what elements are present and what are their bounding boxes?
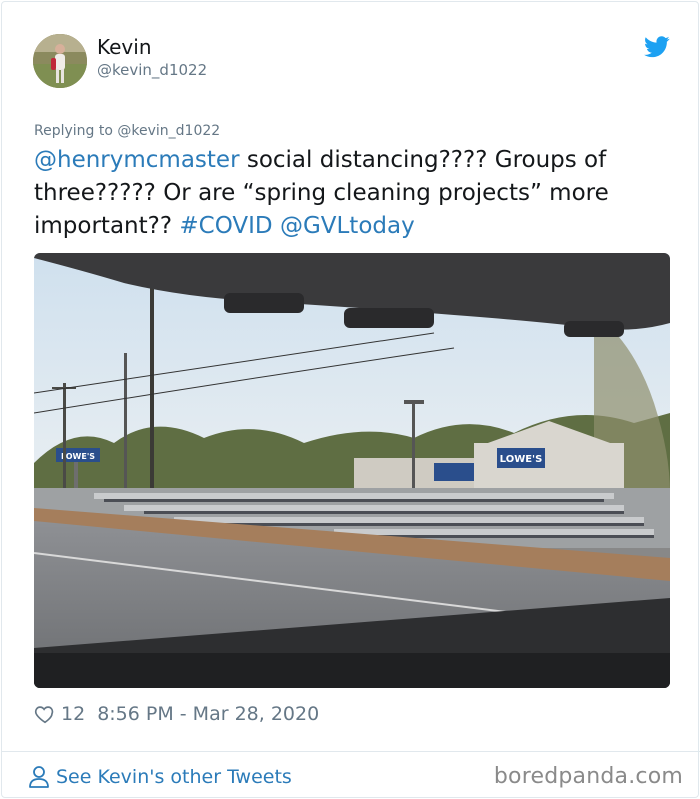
user-handle[interactable]: @kevin_d1022 — [97, 61, 207, 79]
tweet-card: Kevin @kevin_d1022 Replying to @kevin_d1… — [1, 1, 700, 798]
display-name[interactable]: Kevin — [97, 35, 152, 59]
tweet-timestamp[interactable]: 8:56 PM - Mar 28, 2020 — [97, 703, 319, 725]
heart-icon[interactable] — [34, 703, 56, 725]
like-count[interactable]: 12 — [61, 703, 85, 725]
person-icon — [29, 766, 49, 788]
see-other-tweets-link[interactable]: See Kevin's other Tweets — [28, 764, 292, 790]
replying-to-label[interactable]: Replying to @kevin_d1022 — [34, 123, 220, 139]
boredpanda-watermark: boredpanda.com — [493, 764, 683, 789]
tweet-footer: 12 8:56 PM - Mar 28, 2020 — [34, 700, 319, 728]
twitter-bird-icon[interactable] — [644, 36, 670, 58]
mention-henrymcmaster[interactable]: @henrymcmaster — [34, 147, 240, 173]
store-sign-lowes: LOWE'S — [500, 454, 543, 465]
text-spacer — [273, 213, 280, 239]
divider — [2, 751, 700, 752]
hashtag-covid[interactable]: #COVID — [179, 213, 272, 239]
mention-gvltoday[interactable]: @GVLtoday — [280, 213, 415, 239]
tweet-text: @henrymcmaster social distancing???? Gro… — [34, 144, 664, 243]
tweet-photo[interactable]: LOWE'S LOWE'S — [34, 253, 670, 688]
roadside-sign-lowes: LOWE'S — [61, 452, 95, 461]
see-other-tweets-label[interactable]: See Kevin's other Tweets — [56, 766, 292, 788]
avatar[interactable] — [33, 34, 87, 88]
